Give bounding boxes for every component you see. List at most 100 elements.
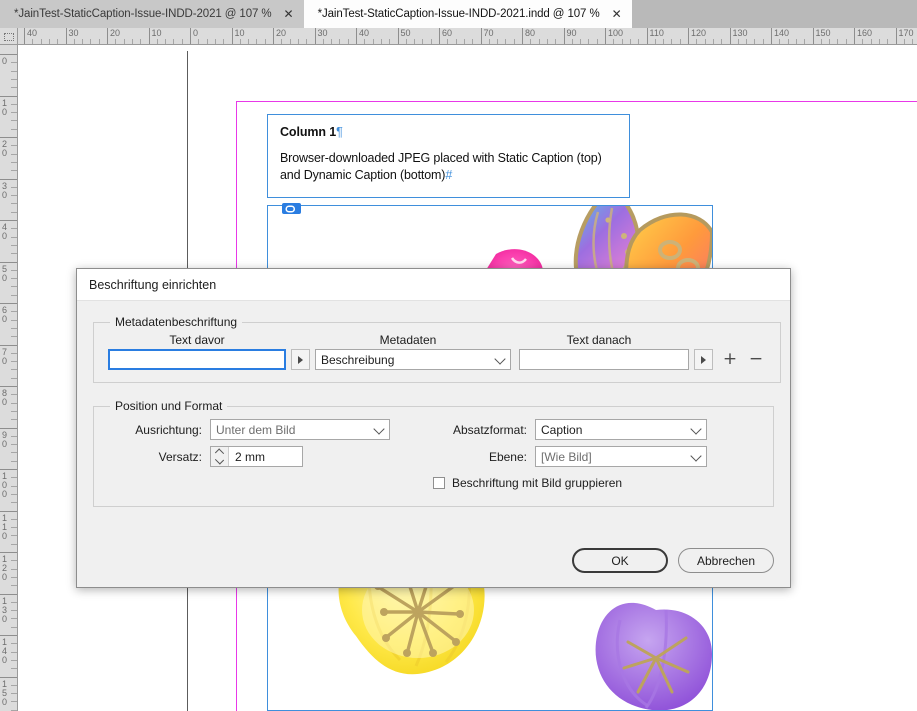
ruler-tick-label: 130: [733, 29, 748, 38]
metadata-select[interactable]: Beschreibung: [315, 349, 511, 370]
ruler-minor-tick: [11, 411, 17, 412]
ruler-minor-tick: [912, 39, 913, 44]
ruler-minor-tick: [90, 39, 91, 44]
ruler-minor-tick: [331, 39, 332, 44]
ruler-minor-tick: [846, 39, 847, 44]
cancel-button[interactable]: Abbrechen: [678, 548, 774, 573]
ruler-minor-tick: [323, 39, 324, 44]
layer-select[interactable]: [Wie Bild]: [535, 446, 707, 467]
ruler-minor-tick: [165, 39, 166, 44]
remove-row-button[interactable]: −: [746, 349, 766, 370]
ruler-tick-label: 30: [2, 182, 11, 200]
ruler-minor-tick: [464, 39, 465, 44]
ruler-minor-tick: [373, 39, 374, 44]
group-caption-checkbox[interactable]: [433, 477, 445, 489]
ruler-minor-tick: [530, 39, 531, 44]
ruler-minor-tick: [223, 39, 224, 44]
ruler-minor-tick: [248, 39, 249, 44]
ruler-minor-tick: [871, 39, 872, 44]
chevron-down-icon: [690, 450, 701, 461]
ruler-minor-tick: [11, 71, 17, 72]
ruler-minor-tick: [11, 502, 17, 503]
document-tab-2[interactable]: *JainTest-StaticCaption-Issue-INDD-2021.…: [304, 0, 632, 28]
ruler-tick-label: 50: [2, 265, 11, 283]
text-after-menu-button[interactable]: [694, 349, 713, 370]
ruler-minor-tick: [11, 486, 17, 487]
text-before-menu-button[interactable]: [291, 349, 310, 370]
group-caption-row: Beschriftung mit Bild gruppieren: [108, 476, 759, 490]
ok-button[interactable]: OK: [572, 548, 668, 573]
ruler-minor-tick: [11, 278, 17, 279]
ruler-tick-label: 70: [2, 348, 11, 366]
dialog-title: Beschriftung einrichten: [89, 278, 216, 292]
close-icon[interactable]: ✕: [612, 8, 622, 20]
ruler-minor-tick: [11, 477, 17, 478]
ruler-minor-tick: [505, 39, 506, 44]
ruler-minor-tick: [804, 39, 805, 44]
ruler-minor-tick: [489, 39, 490, 44]
document-tab-bar: *JainTest-StaticCaption-Issue-INDD-2021 …: [0, 0, 917, 28]
pilcrow-mark: ¶: [336, 125, 343, 139]
triangle-right-icon: [298, 356, 303, 364]
ruler-tick-label: 10: [2, 99, 11, 117]
ruler-minor-tick: [11, 602, 17, 603]
alignment-select-value: Unter dem Bild: [216, 423, 295, 437]
ruler-minor-tick: [754, 39, 755, 44]
group-caption-checkbox-row[interactable]: Beschriftung mit Bild gruppieren: [433, 476, 622, 490]
header-text-after: Text danach: [514, 333, 684, 347]
ruler-tick-label: 150: [816, 29, 831, 38]
ruler-minor-tick: [389, 39, 390, 44]
ruler-major-tick: [0, 386, 17, 387]
ruler-tick-label: 110: [650, 29, 664, 38]
metadata-row: Beschreibung + −: [108, 349, 766, 370]
ruler-minor-tick: [11, 228, 17, 229]
offset-stepper[interactable]: 2 mm: [210, 446, 303, 467]
ruler-minor-tick: [11, 618, 17, 619]
document-tab-1[interactable]: *JainTest-StaticCaption-Issue-INDD-2021 …: [0, 0, 304, 28]
ruler-minor-tick: [11, 560, 17, 561]
ruler-minor-tick: [11, 436, 17, 437]
ruler-minor-tick: [779, 39, 780, 44]
ruler-minor-tick: [414, 39, 415, 44]
ruler-minor-tick: [11, 203, 17, 204]
ruler-minor-tick: [198, 39, 199, 44]
ruler-minor-tick: [132, 39, 133, 44]
vertical-ruler[interactable]: 0102030405060708090100110120130140150160: [0, 44, 18, 711]
stepper-arrows[interactable]: [211, 447, 229, 466]
text-after-input[interactable]: [519, 349, 689, 370]
ruler-minor-tick: [41, 39, 42, 44]
paragraph-style-select[interactable]: Caption: [535, 419, 707, 440]
ruler-minor-tick: [265, 39, 266, 44]
link-icon[interactable]: [282, 203, 301, 214]
add-row-button[interactable]: +: [720, 349, 740, 370]
ruler-minor-tick: [11, 129, 17, 130]
text-frame[interactable]: Column 1¶ Browser-downloaded JPEG placed…: [267, 114, 630, 198]
ruler-minor-tick: [82, 39, 83, 44]
ruler-origin-corner[interactable]: [0, 28, 18, 45]
metadata-select-value: Beschreibung: [321, 353, 394, 367]
ruler-minor-tick: [124, 39, 125, 44]
dialog-body: Metadatenbeschriftung Text davor Metadat…: [77, 301, 790, 507]
ruler-tick-label: 40: [359, 29, 369, 38]
ruler-minor-tick: [11, 569, 17, 570]
ruler-major-tick: [0, 594, 17, 595]
text-frame-heading: Column 1¶: [280, 125, 617, 139]
ruler-minor-tick: [11, 701, 17, 702]
ruler-minor-tick: [11, 270, 17, 271]
ruler-major-tick: [0, 635, 17, 636]
ruler-major-tick: [564, 28, 565, 44]
end-of-story-mark: #: [445, 168, 452, 182]
ruler-minor-tick: [447, 39, 448, 44]
ruler-minor-tick: [11, 527, 17, 528]
ruler-tick-label: 90: [2, 431, 11, 449]
text-before-input[interactable]: [108, 349, 286, 370]
close-icon[interactable]: ✕: [284, 8, 294, 20]
alignment-select[interactable]: Unter dem Bild: [210, 419, 390, 440]
ruler-major-tick: [730, 28, 731, 44]
ruler-tick-label: 10: [235, 29, 245, 38]
ruler-major-tick: [0, 303, 17, 304]
horizontal-ruler[interactable]: 4030201001020304050607080901001101201301…: [0, 28, 917, 45]
ruler-minor-tick: [638, 39, 639, 44]
ruler-major-tick: [688, 28, 689, 44]
ruler-minor-tick: [671, 39, 672, 44]
